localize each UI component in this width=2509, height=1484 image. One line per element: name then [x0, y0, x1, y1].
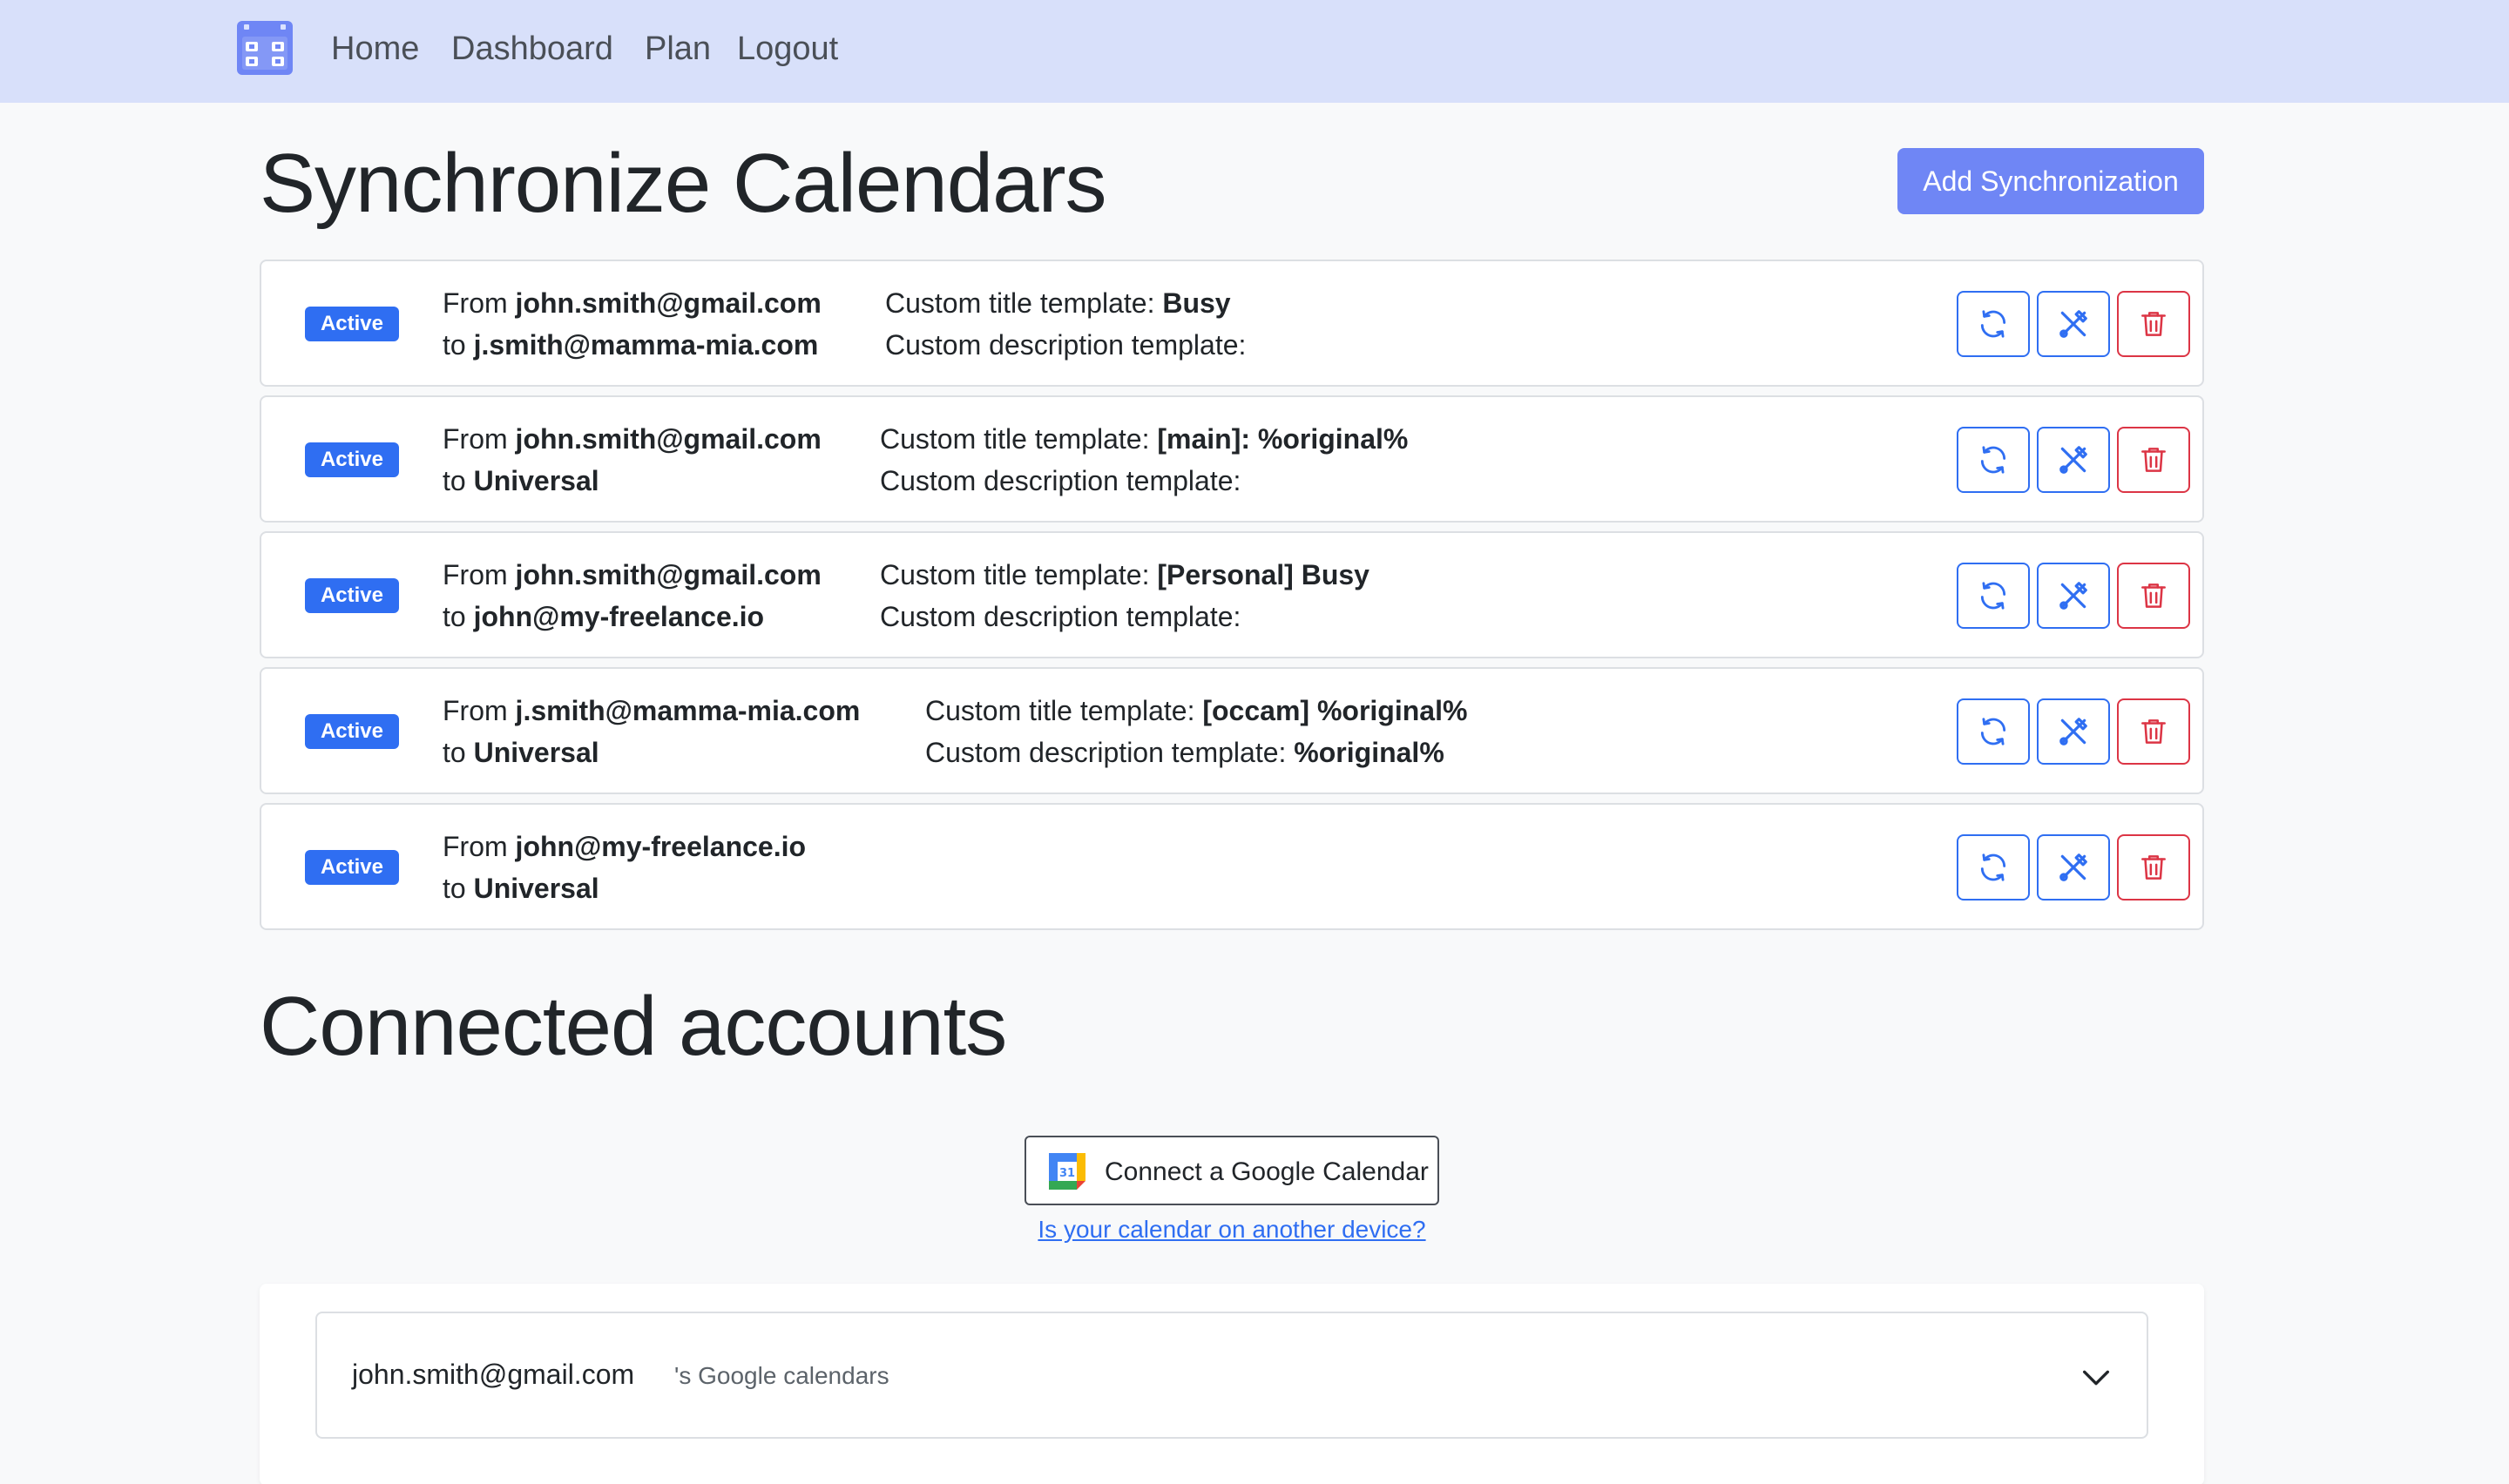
connect-button-label: Connect a Google Calendar: [1105, 1157, 1429, 1186]
trash-icon: [2141, 448, 2166, 472]
navbar: Home Dashboard Plan Logout: [0, 0, 2509, 103]
nav-link-logout[interactable]: Logout: [737, 26, 838, 71]
delete-sync-button[interactable]: [2117, 291, 2190, 357]
trash-icon: [2141, 583, 2166, 608]
delete-sync-button[interactable]: [2117, 427, 2190, 493]
account-email: john.smith@gmail.com: [352, 1359, 635, 1390]
sync-now-button[interactable]: [1957, 834, 2030, 901]
nav-link-plan[interactable]: Plan: [645, 26, 711, 71]
status-badge: Active: [305, 442, 399, 477]
sync-now-button[interactable]: [1957, 427, 2030, 493]
sync-to: to Universal: [443, 737, 599, 768]
trash-icon: [2141, 719, 2166, 744]
add-synchronization-button[interactable]: Add Synchronization: [1897, 148, 2204, 214]
sync-from: From j.smith@mamma-mia.com: [443, 695, 861, 726]
sync-card: Active From j.smith@mamma-mia.com to Uni…: [260, 667, 2204, 794]
trash-icon: [2141, 855, 2166, 880]
connect-google-calendar-button[interactable]: 31 Connect a Google Calendar: [1025, 1136, 1439, 1205]
tools-icon: [2059, 310, 2087, 338]
refresh-icon: [1980, 446, 2006, 474]
edit-sync-button[interactable]: [2037, 427, 2110, 493]
refresh-icon: [1980, 853, 2006, 881]
svg-text:31: 31: [1059, 1167, 1075, 1180]
title-template: Custom title template: Busy: [885, 287, 1231, 319]
chevron-down-icon[interactable]: [2079, 1360, 2113, 1395]
title-template: Custom title template: [Personal] Busy: [880, 559, 1369, 590]
sync-to: to john@my-freelance.io: [443, 601, 765, 632]
tools-icon: [2059, 853, 2087, 881]
sync-now-button[interactable]: [1957, 698, 2030, 765]
other-device-link[interactable]: Is your calendar on another device?: [1031, 1212, 1432, 1247]
google-calendar-icon: 31: [1049, 1153, 1085, 1190]
account-suffix: 's Google calendars: [674, 1362, 889, 1389]
refresh-icon: [1980, 582, 2006, 610]
sync-card: Active From john.smith@gmail.com to john…: [260, 531, 2204, 658]
title-template: Custom title template: [occam] %original…: [925, 695, 1468, 726]
sync-from: From john.smith@gmail.com: [443, 287, 822, 319]
edit-sync-button[interactable]: [2037, 698, 2110, 765]
description-template: Custom description template:: [885, 329, 1247, 361]
sync-now-button[interactable]: [1957, 291, 2030, 357]
sync-to: to Universal: [443, 873, 599, 904]
account-accordion-item[interactable]: john.smith@gmail.com 's Google calendars: [315, 1312, 2148, 1439]
sync-now-button[interactable]: [1957, 563, 2030, 629]
nav-link-home[interactable]: Home: [331, 26, 419, 71]
tools-icon: [2059, 718, 2087, 745]
sync-card: Active From john.smith@gmail.com to j.sm…: [260, 260, 2204, 387]
nav-link-dashboard[interactable]: Dashboard: [451, 26, 613, 71]
status-badge: Active: [305, 850, 399, 885]
section-title-accounts: Connected accounts: [260, 980, 1007, 1073]
refresh-icon: [1980, 718, 2006, 745]
description-template: Custom description template:: [880, 601, 1241, 632]
tools-icon: [2059, 582, 2087, 610]
sync-to: to Universal: [443, 465, 599, 496]
sync-from: From john.smith@gmail.com: [443, 423, 822, 455]
calendar-grid-icon[interactable]: [237, 21, 293, 75]
tools-icon: [2059, 446, 2087, 474]
description-template: Custom description template:: [880, 465, 1241, 496]
refresh-icon: [1980, 310, 2006, 338]
delete-sync-button[interactable]: [2117, 834, 2190, 901]
status-badge: Active: [305, 578, 399, 613]
trash-icon: [2141, 312, 2166, 336]
title-template: Custom title template: [main]: %original…: [880, 423, 1409, 455]
edit-sync-button[interactable]: [2037, 834, 2110, 901]
description-template: Custom description template: %original%: [925, 737, 1444, 768]
sync-to: to j.smith@mamma-mia.com: [443, 329, 819, 361]
accounts-panel: john.smith@gmail.com 's Google calendars: [260, 1284, 2204, 1484]
sync-from: From john.smith@gmail.com: [443, 559, 822, 590]
page-title: Synchronize Calendars: [260, 137, 1107, 230]
edit-sync-button[interactable]: [2037, 563, 2110, 629]
sync-card: Active From john.smith@gmail.com to Univ…: [260, 395, 2204, 523]
sync-from: From john@my-freelance.io: [443, 831, 807, 862]
status-badge: Active: [305, 307, 399, 341]
status-badge: Active: [305, 714, 399, 749]
edit-sync-button[interactable]: [2037, 291, 2110, 357]
delete-sync-button[interactable]: [2117, 698, 2190, 765]
delete-sync-button[interactable]: [2117, 563, 2190, 629]
sync-card: Active From john@my-freelance.io to Univ…: [260, 803, 2204, 930]
